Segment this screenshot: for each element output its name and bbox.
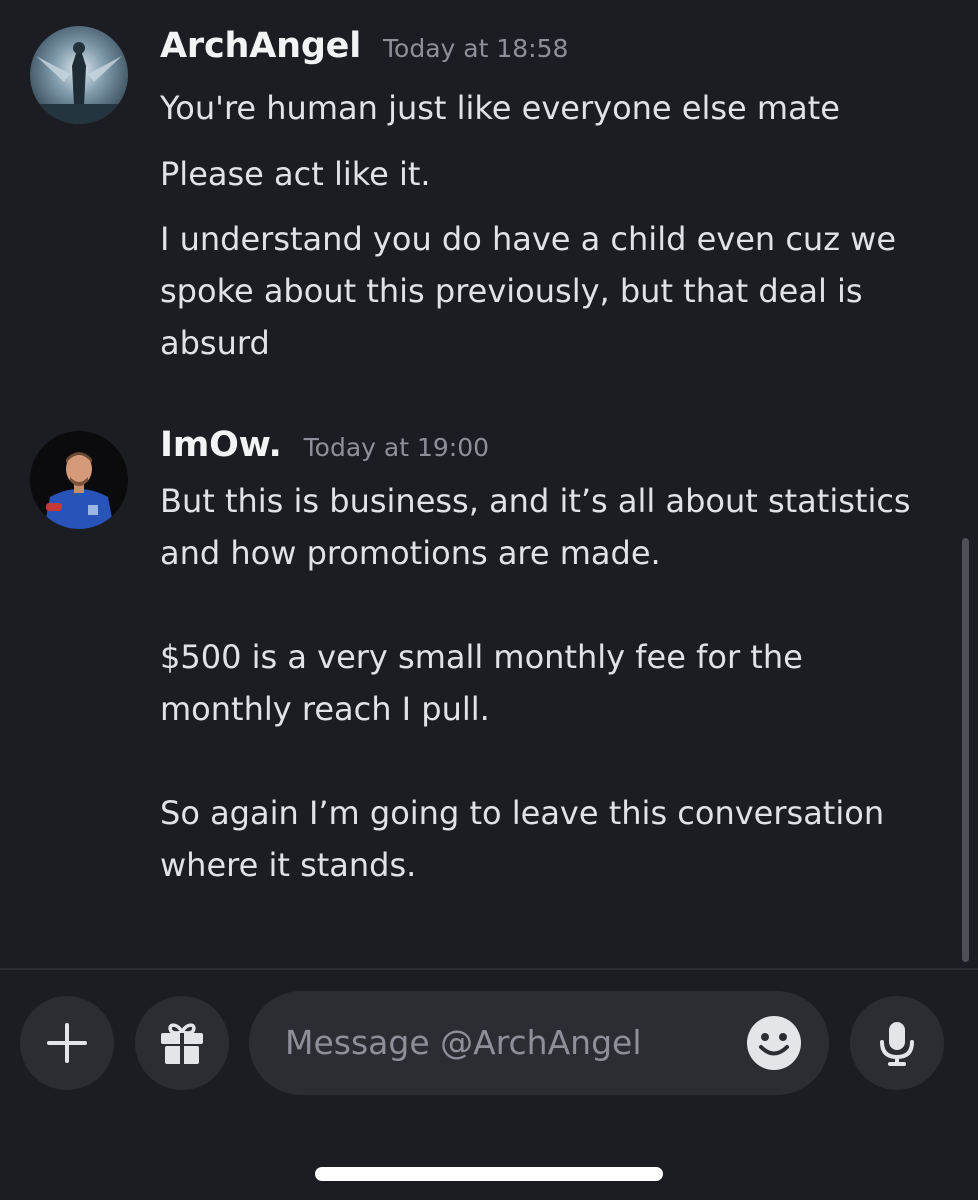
home-indicator[interactable] bbox=[315, 1167, 663, 1181]
avatar-archangel[interactable] bbox=[30, 26, 128, 124]
message-text: $500 is a very small monthly fee for the bbox=[160, 638, 803, 676]
message-group-imow: ImOw. Today at 19:00 But this is busines… bbox=[0, 425, 978, 895]
message-input[interactable]: Message @ArchAngel bbox=[249, 991, 829, 1095]
voice-message-button[interactable] bbox=[850, 996, 944, 1090]
message-text: spoke about this previously, but that de… bbox=[160, 272, 863, 310]
username[interactable]: ArchAngel bbox=[160, 26, 361, 66]
message-input-placeholder: Message @ArchAngel bbox=[285, 1023, 642, 1062]
imow-avatar-image bbox=[30, 431, 128, 529]
message-list[interactable]: ArchAngel Today at 18:58 You're human ju… bbox=[0, 0, 978, 968]
timestamp: Today at 19:00 bbox=[303, 433, 490, 462]
message-group-archangel: ArchAngel Today at 18:58 You're human ju… bbox=[0, 26, 978, 386]
message-text: I understand you do have a child even cu… bbox=[160, 220, 897, 258]
gift-icon bbox=[161, 1023, 203, 1064]
add-attachment-button[interactable] bbox=[20, 996, 114, 1090]
microphone-icon bbox=[880, 1022, 914, 1066]
avatar-imow[interactable] bbox=[30, 431, 128, 529]
archangel-avatar-image bbox=[30, 26, 128, 124]
message-header: ImOw. Today at 19:00 bbox=[160, 425, 489, 477]
timestamp: Today at 18:58 bbox=[383, 34, 569, 63]
message-text: and how promotions are made. bbox=[160, 534, 661, 572]
message-text: Please act like it. bbox=[160, 155, 431, 193]
message-composer: Message @ArchAngel bbox=[0, 970, 978, 1200]
message-text: But this is business, and it’s all about… bbox=[160, 482, 911, 520]
gift-button[interactable] bbox=[135, 996, 229, 1090]
plus-icon bbox=[47, 1023, 87, 1063]
username[interactable]: ImOw. bbox=[160, 425, 282, 465]
message-text: So again I’m going to leave this convers… bbox=[160, 794, 885, 832]
emoji-button[interactable] bbox=[745, 1014, 803, 1072]
dm-screen: ArchAngel Today at 18:58 You're human ju… bbox=[0, 0, 978, 1200]
message-text: monthly reach I pull. bbox=[160, 690, 490, 728]
message-header: ArchAngel Today at 18:58 bbox=[160, 26, 568, 78]
smiley-icon bbox=[747, 1016, 801, 1070]
message-text: absurd bbox=[160, 324, 270, 362]
scrollbar[interactable] bbox=[962, 538, 969, 962]
message-text: where it stands. bbox=[160, 846, 417, 884]
message-text: You're human just like everyone else mat… bbox=[160, 89, 840, 127]
